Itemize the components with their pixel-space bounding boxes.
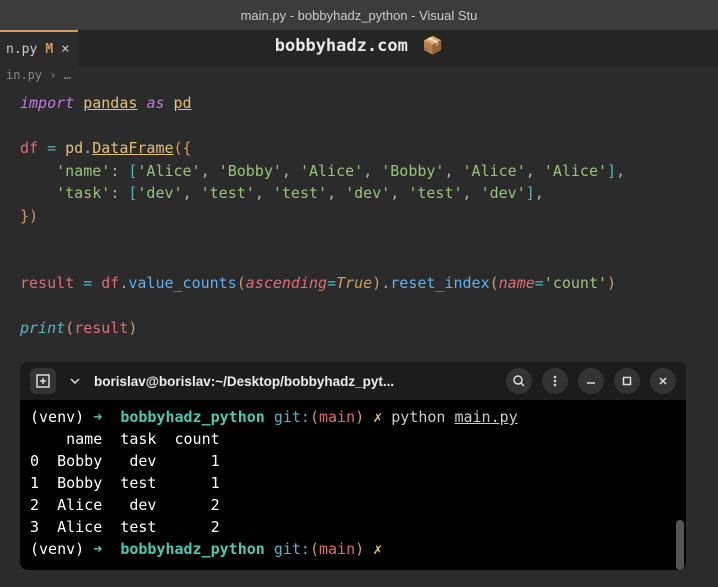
window-title: main.py - bobbyhadz_python - Visual Stu xyxy=(241,8,478,23)
dirty-icon: ✗ xyxy=(373,408,382,426)
cube-icon: 📦 xyxy=(422,36,443,56)
terminal-titlebar[interactable]: borislav@borislav:~/Desktop/bobbyhadz_py… xyxy=(20,362,686,400)
dropdown-button[interactable] xyxy=(66,368,84,394)
minimize-icon xyxy=(585,375,597,387)
fn-print: print xyxy=(20,319,65,337)
terminal-title: borislav@borislav:~/Desktop/bobbyhadz_py… xyxy=(94,374,496,389)
search-icon xyxy=(512,374,526,388)
terminal-scrollbar[interactable] xyxy=(676,520,684,570)
tab-filename: n.py xyxy=(6,42,37,57)
output-row: 3 Alice test 2 xyxy=(30,518,220,536)
cmd-file: main.py xyxy=(454,408,517,426)
terminal-window: borislav@borislav:~/Desktop/bobbyhadz_py… xyxy=(20,362,686,570)
output-row: 0 Bobby dev 1 xyxy=(30,452,220,470)
cmd-python: python xyxy=(391,408,445,426)
window-titlebar: main.py - bobbyhadz_python - Visual Stu xyxy=(0,0,718,30)
search-button[interactable] xyxy=(506,368,532,394)
prompt-arrow: ➜ xyxy=(93,408,102,426)
new-tab-button[interactable] xyxy=(30,368,56,394)
eq: = xyxy=(47,139,56,157)
kebab-icon xyxy=(548,374,562,388)
class-dataframe: DataFrame xyxy=(92,139,173,157)
maximize-button[interactable] xyxy=(614,368,640,394)
menu-button[interactable] xyxy=(542,368,568,394)
ns-pd: pd xyxy=(65,139,83,157)
output-row: 2 Alice dev 2 xyxy=(30,496,220,514)
plus-square-icon xyxy=(36,374,50,388)
module-pandas: pandas xyxy=(83,94,137,112)
chevron-down-icon xyxy=(70,378,80,384)
breadcrumb-sep: › xyxy=(49,68,56,82)
maximize-icon xyxy=(621,375,633,387)
var-result: result xyxy=(20,274,74,292)
git-label: git: xyxy=(274,408,310,426)
git-branch: main xyxy=(319,408,355,426)
output-header: name task count xyxy=(30,430,220,448)
fn-value-counts: value_counts xyxy=(128,274,236,292)
breadcrumb[interactable]: in.py › … xyxy=(0,66,718,88)
kw-import: import xyxy=(20,94,74,112)
tab-close-icon[interactable]: × xyxy=(61,41,69,57)
minimize-button[interactable] xyxy=(578,368,604,394)
prompt-path: bobbyhadz_python xyxy=(120,408,265,426)
kw-as: as xyxy=(146,94,164,112)
tab-row: n.py M × bobbyhadz.com 📦 xyxy=(0,30,718,66)
breadcrumb-rest: … xyxy=(64,68,71,82)
close-button[interactable] xyxy=(650,368,676,394)
breadcrumb-file: in.py xyxy=(6,68,42,82)
tab-modified-indicator: M xyxy=(45,42,53,57)
editor-tab[interactable]: n.py M × xyxy=(0,30,78,66)
code-editor[interactable]: import pandas as pd df = pd.DataFrame({ … xyxy=(0,88,718,344)
var-df: df xyxy=(20,139,38,157)
watermark-text: bobbyhadz.com xyxy=(275,36,408,56)
venv-indicator: (venv) xyxy=(30,408,84,426)
watermark: bobbyhadz.com 📦 xyxy=(275,36,443,56)
fn-reset-index: reset_index xyxy=(390,274,489,292)
alias-pd: pd xyxy=(174,94,192,112)
terminal-body[interactable]: (venv) ➜ bobbyhadz_python git:(main) ✗ p… xyxy=(20,400,686,570)
close-icon xyxy=(657,375,669,387)
output-row: 1 Bobby test 1 xyxy=(30,474,220,492)
